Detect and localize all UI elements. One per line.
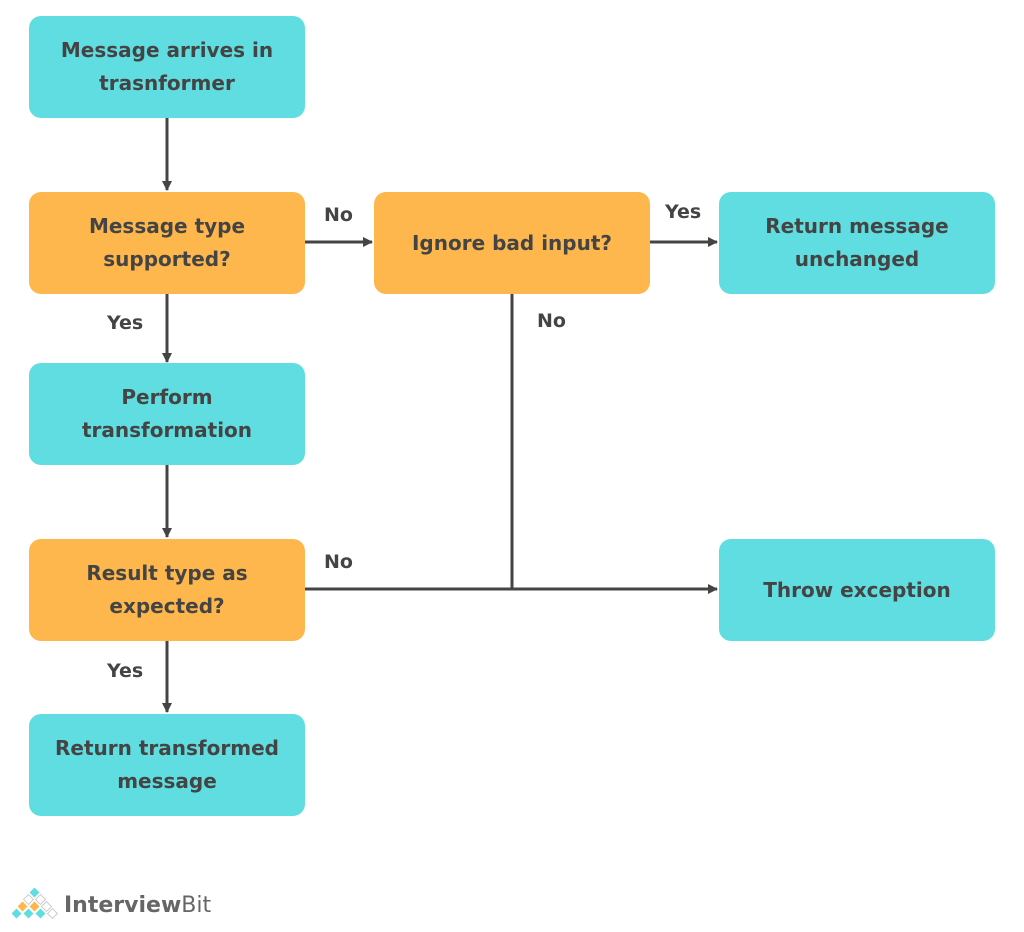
logo-text: InterviewBit: [64, 893, 211, 918]
label-ignore-yes: Yes: [665, 201, 702, 223]
node-supported: Message type supported?: [29, 192, 305, 294]
logo-text-bit: Bit: [181, 892, 212, 918]
label-result-yes: Yes: [107, 660, 144, 682]
logo-diamond-icon: [11, 888, 59, 920]
node-return-unchanged: Return message unchanged: [719, 192, 995, 294]
node-start: Message arrives in trasnformer: [29, 16, 305, 118]
node-result: Result type as expected?: [29, 539, 305, 641]
logo-text-main: Interview: [64, 892, 182, 918]
label-supported-no: No: [324, 204, 353, 226]
interviewbit-logo: InterviewBit: [8, 888, 211, 922]
label-supported-yes: Yes: [107, 312, 144, 334]
node-ignore: Ignore bad input?: [374, 192, 650, 294]
label-ignore-no: No: [537, 310, 566, 332]
node-transform: Perform transformation: [29, 363, 305, 465]
node-return-transformed: Return transformed message: [29, 714, 305, 816]
node-throw: Throw exception: [719, 539, 995, 641]
label-result-no: No: [324, 551, 353, 573]
